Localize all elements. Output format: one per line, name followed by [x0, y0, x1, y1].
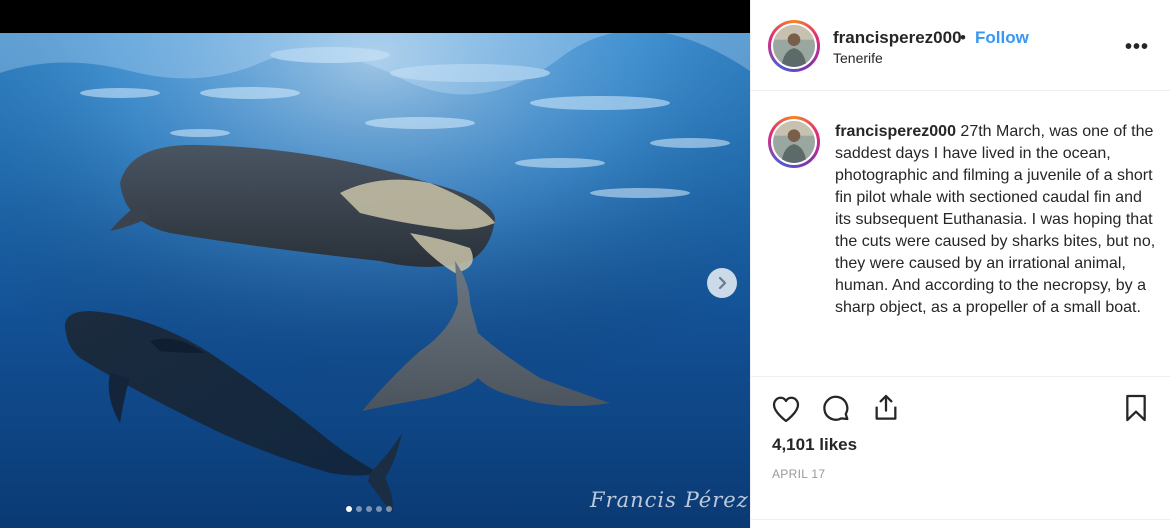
carousel-dot	[356, 506, 362, 512]
bookmark-icon[interactable]	[1120, 392, 1152, 424]
post-location[interactable]: Tenerife	[833, 50, 883, 66]
header-separator: •	[960, 28, 966, 47]
carousel-indicator	[346, 506, 392, 512]
caption-text-block: francisperez000 27th March, was one of t…	[835, 121, 1157, 319]
post-media[interactable]: Francis Pérez	[0, 0, 750, 528]
post-username[interactable]: francisperez000	[833, 28, 962, 48]
post-date[interactable]: APRIL 17	[772, 467, 825, 481]
more-options-button[interactable]: •••	[1125, 36, 1149, 59]
comment-bubble-icon[interactable]	[820, 393, 852, 425]
divider	[751, 519, 1170, 520]
post-actions: 4,101 likes APRIL 17	[751, 376, 1170, 528]
carousel-dot	[376, 506, 382, 512]
carousel-dot	[346, 506, 352, 512]
follow-button[interactable]: Follow	[975, 28, 1029, 48]
likes-count[interactable]: 4,101 likes	[772, 435, 857, 455]
media-letterbox	[0, 0, 750, 33]
share-icon[interactable]	[870, 392, 902, 424]
heart-icon[interactable]	[770, 393, 802, 425]
caption-avatar[interactable]	[768, 116, 820, 168]
avatar-image	[773, 25, 815, 67]
post-header: francisperez000 • Follow Tenerife •••	[751, 0, 1170, 91]
carousel-dot	[386, 506, 392, 512]
avatar-image	[773, 121, 815, 163]
carousel-next-button[interactable]	[707, 268, 737, 298]
carousel-dot	[366, 506, 372, 512]
chevron-right-icon	[718, 276, 727, 290]
caption-username[interactable]: francisperez000	[835, 123, 956, 140]
avatar[interactable]	[768, 20, 820, 72]
post-side-panel: francisperez000 • Follow Tenerife ••• fr…	[750, 0, 1170, 528]
caption-comment: francisperez000 27th March, was one of t…	[751, 92, 1170, 376]
photo-watermark: Francis Pérez	[590, 488, 749, 512]
caption-body: 27th March, was one of the saddest days …	[835, 123, 1156, 316]
post-photo	[0, 33, 750, 528]
